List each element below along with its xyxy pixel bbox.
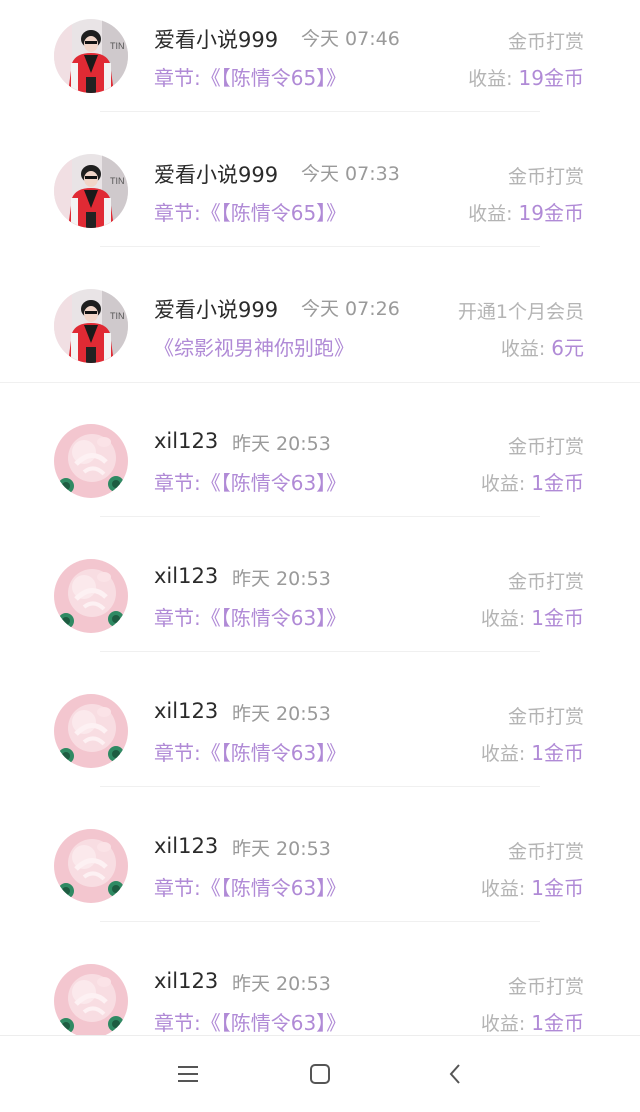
reward-records-screen: TIN 爱看小说999 今天 07:46 金币打赏 章节:《【陈情令65】》 收益: 1… xyxy=(0,0,640,1112)
home-square-icon xyxy=(310,1064,330,1084)
username[interactable]: xil123 xyxy=(154,969,218,993)
income-amount: 1金币 xyxy=(531,471,584,495)
row-divider xyxy=(100,651,540,652)
chapter-link[interactable]: 章节:《【陈情令63】》 xyxy=(154,1007,346,1035)
back-button[interactable] xyxy=(437,1056,473,1092)
username[interactable]: 爱看小说999 xyxy=(154,159,278,189)
transaction-type: 金币打赏 xyxy=(507,706,584,728)
chapter-link[interactable]: 章节:《【陈情令63】》 xyxy=(154,467,346,496)
income: 收益: 1金币 xyxy=(481,737,584,766)
record-row[interactable]: TIN 爱看小说999 今天 07:26 开通1个月会员《综影视男神你别跑》 收益: … xyxy=(0,270,640,405)
transaction-type: 金币打赏 xyxy=(507,841,584,863)
record-row[interactable]: xil123 昨天 20:53 金币打赏章节:《【陈情令63】》 收益: 1金币 xyxy=(0,675,640,810)
income-amount: 6元 xyxy=(551,336,584,360)
chapter-link[interactable]: 章节:《【陈情令63】》 xyxy=(154,872,346,901)
income: 收益: 6元 xyxy=(501,332,584,361)
income-label: 收益: xyxy=(500,338,546,360)
avatar[interactable]: TIN xyxy=(54,19,128,93)
income-label: 收益: xyxy=(480,473,526,495)
record-row[interactable]: xil123 昨天 20:53 金币打赏章节:《【陈情令63】》 收益: 1金币 xyxy=(0,540,640,675)
record-row[interactable]: TIN 爱看小说999 今天 07:46 金币打赏章节:《【陈情令65】》 收益: 1… xyxy=(0,0,640,135)
row-divider xyxy=(100,246,540,247)
avatar[interactable] xyxy=(54,964,128,1035)
avatar[interactable] xyxy=(54,559,128,633)
home-button[interactable] xyxy=(302,1056,338,1092)
timestamp: 昨天 20:53 xyxy=(232,973,331,995)
record-row[interactable]: xil123 昨天 20:53 金币打赏章节:《【陈情令63】》 收益: 1金币 xyxy=(0,405,640,540)
transaction-type: 金币打赏 xyxy=(507,571,584,593)
svg-text:TIN: TIN xyxy=(110,41,125,51)
timestamp: 昨天 20:53 xyxy=(232,568,331,590)
income: 收益: 1金币 xyxy=(481,872,584,901)
income: 收益: 1金币 xyxy=(481,1007,584,1035)
income-label: 收益: xyxy=(480,608,526,630)
income-amount: 19金币 xyxy=(518,66,584,90)
row-divider xyxy=(100,516,540,517)
transaction-type: 金币打赏 xyxy=(507,31,584,53)
svg-text:TIN: TIN xyxy=(110,176,125,186)
svg-text:TIN: TIN xyxy=(110,311,125,321)
transaction-type: 金币打赏 xyxy=(507,166,584,188)
timestamp: 昨天 20:53 xyxy=(232,838,331,860)
reward-record-list[interactable]: TIN 爱看小说999 今天 07:46 金币打赏 章节:《【陈情令65】》 收益: 1… xyxy=(0,0,640,1035)
record-row[interactable]: TIN 爱看小说999 今天 07:33 金币打赏章节:《【陈情令65】》 收益: 1… xyxy=(0,135,640,270)
system-navigation-bar xyxy=(0,1035,640,1112)
chapter-link[interactable]: 《综影视男神你别跑》 xyxy=(154,332,354,361)
income-label: 收益: xyxy=(480,743,526,765)
row-divider xyxy=(0,382,640,383)
back-chevron-icon xyxy=(449,1064,460,1084)
income-label: 收益: xyxy=(468,68,513,90)
chapter-link[interactable]: 章节:《【陈情令63】》 xyxy=(154,737,346,766)
transaction-type: 金币打赏 xyxy=(507,976,584,998)
income-amount: 19金币 xyxy=(518,201,584,225)
username[interactable]: xil123 xyxy=(154,834,218,858)
income-label: 收益: xyxy=(468,203,513,225)
chapter-link[interactable]: 章节:《【陈情令65】》 xyxy=(154,62,346,91)
chapter-link[interactable]: 章节:《【陈情令63】》 xyxy=(154,602,346,631)
income-amount: 1金币 xyxy=(531,876,584,900)
transaction-type: 开通1个月会员 xyxy=(457,301,584,323)
income-amount: 1金币 xyxy=(531,606,584,630)
row-divider xyxy=(100,921,540,922)
avatar[interactable] xyxy=(54,694,128,768)
username[interactable]: 爱看小说999 xyxy=(154,24,278,54)
menu-icon xyxy=(178,1066,198,1082)
income: 收益: 1金币 xyxy=(481,467,584,496)
income: 收益: 1金币 xyxy=(481,602,584,631)
row-divider xyxy=(100,786,540,787)
username[interactable]: xil123 xyxy=(154,429,218,453)
row-divider xyxy=(100,111,540,112)
avatar[interactable]: TIN xyxy=(54,154,128,228)
menu-button[interactable] xyxy=(170,1056,206,1092)
avatar[interactable] xyxy=(54,829,128,903)
avatar[interactable]: TIN xyxy=(54,289,128,363)
username[interactable]: xil123 xyxy=(154,699,218,723)
timestamp: 今天 07:46 xyxy=(301,28,400,50)
income-label: 收益: xyxy=(480,1013,526,1035)
avatar[interactable] xyxy=(54,424,128,498)
chapter-link[interactable]: 章节:《【陈情令65】》 xyxy=(154,197,346,226)
income-amount: 1金币 xyxy=(531,741,584,765)
record-row[interactable]: xil123 昨天 20:53 金币打赏章节:《【陈情令63】》 收益: 1金币 xyxy=(0,810,640,945)
timestamp: 昨天 20:53 xyxy=(232,703,331,725)
income-amount: 1金币 xyxy=(531,1011,584,1035)
income-label: 收益: xyxy=(480,878,526,900)
timestamp: 昨天 20:53 xyxy=(232,433,331,455)
income: 收益: 19金币 xyxy=(468,197,584,226)
timestamp: 今天 07:33 xyxy=(301,163,400,185)
username[interactable]: xil123 xyxy=(154,564,218,588)
income: 收益: 19金币 xyxy=(468,62,584,91)
timestamp: 今天 07:26 xyxy=(301,298,400,320)
transaction-type: 金币打赏 xyxy=(507,436,584,458)
username[interactable]: 爱看小说999 xyxy=(154,294,278,324)
record-row[interactable]: xil123 昨天 20:53 金币打赏章节:《【陈情令63】》 收益: 1金币 xyxy=(0,945,640,1035)
